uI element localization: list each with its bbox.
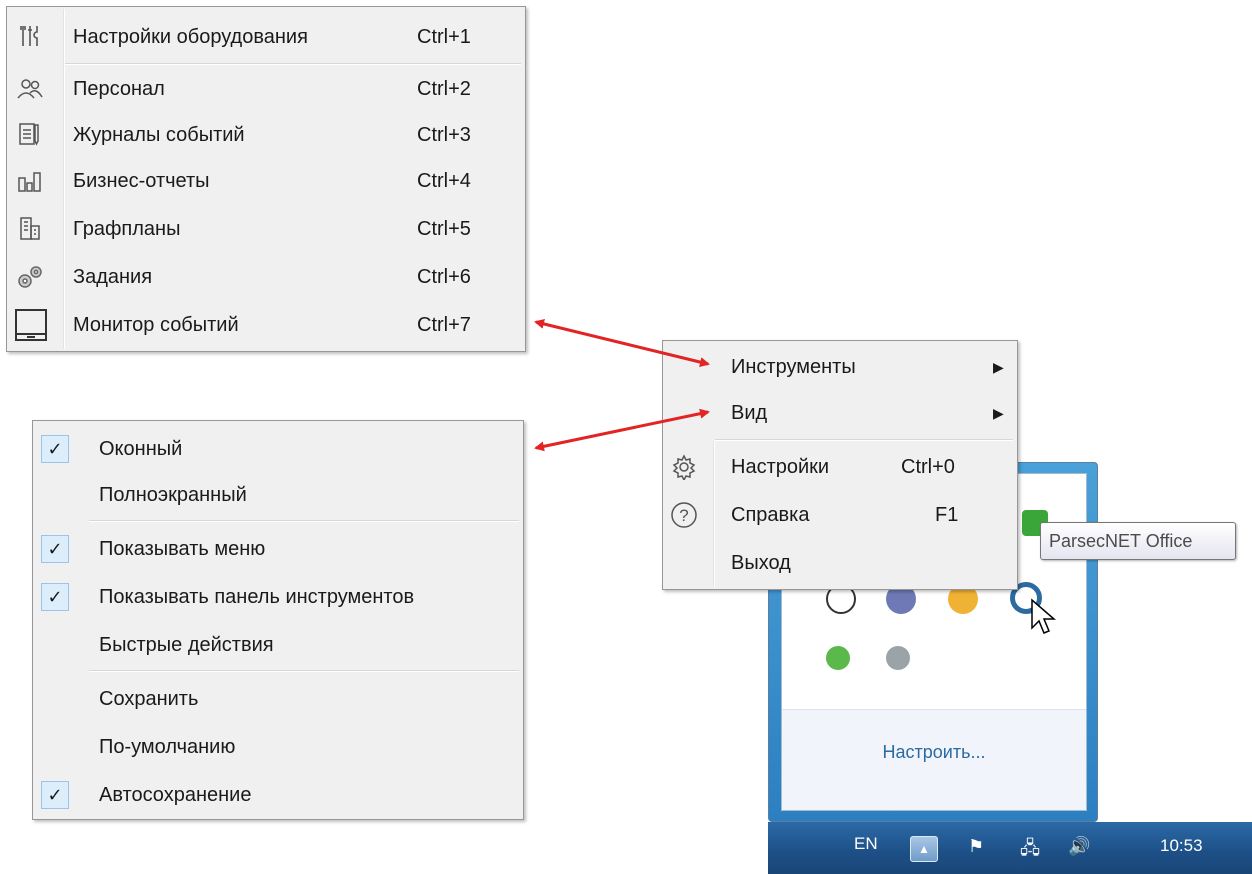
annotation-arrows (534, 319, 710, 452)
arrow-tools (534, 319, 710, 367)
arrow-view (534, 408, 710, 452)
